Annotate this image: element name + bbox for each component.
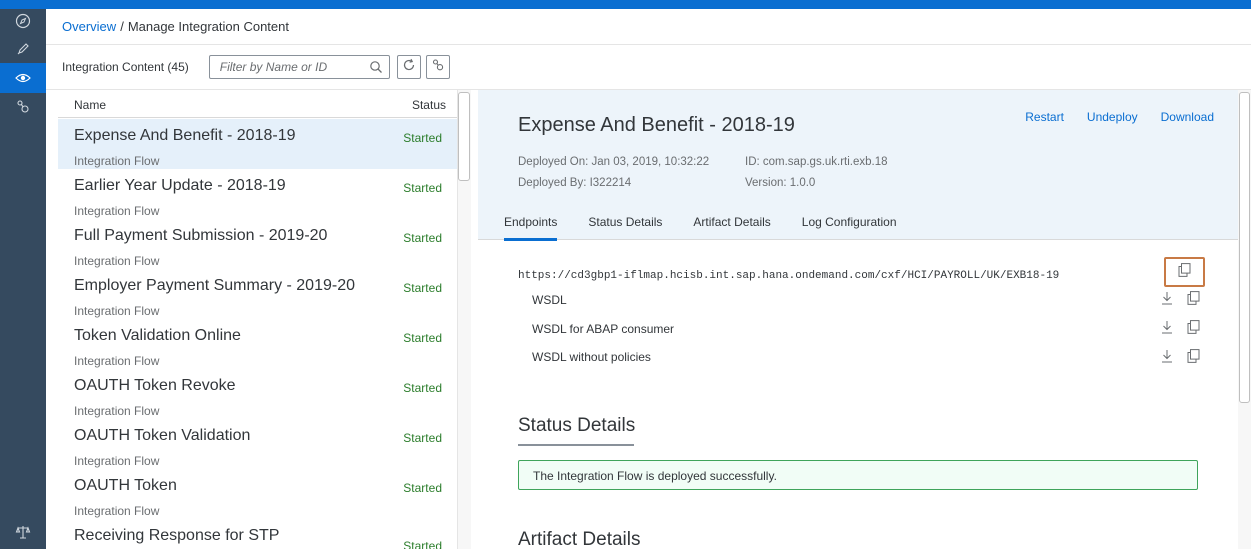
balance-icon[interactable] xyxy=(0,517,46,547)
settings-nodes-icon[interactable] xyxy=(0,92,46,122)
breadcrumb-current: Manage Integration Content xyxy=(127,19,289,34)
list-item[interactable]: Expense And Benefit - 2018-19 Integratio… xyxy=(58,119,458,169)
list-item-type: Integration Flow xyxy=(74,454,160,468)
section-underline xyxy=(518,444,634,446)
tab-log-configuration[interactable]: Log Configuration xyxy=(802,215,897,240)
content-toolbar: Integration Content (45) xyxy=(46,45,1251,90)
artifact-details-heading: Artifact Details xyxy=(518,529,641,549)
list-scrollbar-thumb[interactable] xyxy=(458,92,470,181)
wsdl-no-policies-row-actions xyxy=(1154,349,1206,363)
list-item-type: Integration Flow xyxy=(74,504,160,518)
search-icon[interactable] xyxy=(369,60,383,79)
search-field[interactable] xyxy=(208,55,390,79)
endpoint-url: https://cd3gbp1-iflmap.hcisb.int.sap.han… xyxy=(518,270,1060,282)
list-item[interactable]: Earlier Year Update - 2018-19 Integratio… xyxy=(58,169,458,219)
list-item-title: OAUTH Token Revoke xyxy=(74,377,236,394)
pencil-icon[interactable] xyxy=(0,34,46,64)
artifact-list: Name Status Expense And Benefit - 2018-1… xyxy=(58,90,472,549)
left-navigation xyxy=(0,9,46,549)
list-item[interactable]: OAUTH Token Integration Flow Started xyxy=(58,469,458,519)
settings-icon xyxy=(431,58,445,77)
breadcrumb-separator: / xyxy=(120,19,124,34)
list-item-title: Token Validation Online xyxy=(74,327,241,344)
wsdl-link[interactable]: WSDL xyxy=(532,293,567,307)
wsdl-abap-row-actions xyxy=(1154,320,1206,334)
list-item-title: Earlier Year Update - 2018-19 xyxy=(74,177,286,194)
status-badge: Started xyxy=(403,181,442,195)
status-details-heading: Status Details xyxy=(518,415,636,436)
compass-icon[interactable] xyxy=(0,6,46,36)
tab-status-details[interactable]: Status Details xyxy=(588,215,662,240)
download-icon[interactable] xyxy=(1154,349,1180,363)
status-badge: Started xyxy=(403,431,442,445)
status-badge: Started xyxy=(403,481,442,495)
list-item-title: Expense And Benefit - 2018-19 xyxy=(74,127,296,144)
download-icon[interactable] xyxy=(1154,291,1180,305)
list-item[interactable]: Token Validation Online Integration Flow… xyxy=(58,319,458,369)
refresh-button[interactable] xyxy=(396,55,421,79)
detail-actions: Restart Undeploy Download xyxy=(1002,110,1214,124)
status-badge: Started xyxy=(403,281,442,295)
restart-link[interactable]: Restart xyxy=(1025,110,1064,124)
list-item[interactable]: Receiving Response for STP Started xyxy=(58,519,458,549)
column-name-header: Name xyxy=(74,98,107,112)
detail-body: https://cd3gbp1-iflmap.hcisb.int.sap.han… xyxy=(478,241,1238,549)
tab-artifact-details[interactable]: Artifact Details xyxy=(693,215,770,240)
detail-tabs: Endpoints Status Details Artifact Detail… xyxy=(504,215,928,241)
copy-endpoint-button[interactable] xyxy=(1164,257,1205,287)
column-status-header: Status xyxy=(411,98,446,112)
detail-title: Expense And Benefit - 2018-19 xyxy=(518,114,795,136)
deployed-by: Deployed By: I322214 xyxy=(518,177,632,189)
copy-icon[interactable] xyxy=(1180,320,1206,334)
wsdl-no-policies-link[interactable]: WSDL without policies xyxy=(532,350,651,364)
download-link[interactable]: Download xyxy=(1161,110,1214,124)
list-item-title: OAUTH Token xyxy=(74,477,177,494)
wsdl-row-actions xyxy=(1154,291,1206,305)
status-message: The Integration Flow is deployed success… xyxy=(518,460,1198,490)
undeploy-link[interactable]: Undeploy xyxy=(1087,110,1138,124)
eye-icon[interactable] xyxy=(0,63,46,93)
detail-header: Expense And Benefit - 2018-19 Restart Un… xyxy=(478,90,1238,241)
copy-icon xyxy=(1178,262,1191,282)
status-badge: Started xyxy=(403,381,442,395)
settings-button[interactable] xyxy=(425,55,450,79)
detail-scrollbar-thumb[interactable] xyxy=(1239,92,1250,403)
list-item-type: Integration Flow xyxy=(74,154,160,168)
list-item-type: Integration Flow xyxy=(74,304,160,318)
artifact-version: Version: 1.0.0 xyxy=(745,177,816,189)
list-item-title: OAUTH Token Validation xyxy=(74,427,251,444)
list-item[interactable]: Employer Payment Summary - 2019-20 Integ… xyxy=(58,269,458,319)
search-input[interactable] xyxy=(209,56,360,78)
copy-icon[interactable] xyxy=(1180,349,1206,363)
list-item[interactable]: Full Payment Submission - 2019-20 Integr… xyxy=(58,219,458,269)
list-item-type: Integration Flow xyxy=(74,254,160,268)
breadcrumb: Overview / Manage Integration Content xyxy=(46,9,1251,45)
status-badge: Started xyxy=(403,539,442,549)
content-count-label: Integration Content (45) xyxy=(62,60,189,74)
deployed-on: Deployed On: Jan 03, 2019, 10:32:22 xyxy=(518,156,710,168)
list-item-type: Integration Flow xyxy=(74,404,160,418)
top-bar xyxy=(0,0,1251,9)
list-item-type: Integration Flow xyxy=(74,204,160,218)
list-item-title: Employer Payment Summary - 2019-20 xyxy=(74,277,355,294)
artifact-id: ID: com.sap.gs.uk.rti.exb.18 xyxy=(745,156,888,168)
tab-endpoints[interactable]: Endpoints xyxy=(504,215,558,241)
wsdl-abap-link[interactable]: WSDL for ABAP consumer xyxy=(532,322,674,336)
breadcrumb-overview-link[interactable]: Overview xyxy=(62,19,116,34)
copy-icon[interactable] xyxy=(1180,291,1206,305)
status-badge: Started xyxy=(403,131,442,145)
list-item-title: Receiving Response for STP xyxy=(74,527,280,544)
status-badge: Started xyxy=(403,331,442,345)
list-item-title: Full Payment Submission - 2019-20 xyxy=(74,227,328,244)
list-header: Name Status xyxy=(58,90,458,118)
status-badge: Started xyxy=(403,231,442,245)
list-item[interactable]: OAUTH Token Validation Integration Flow … xyxy=(58,419,458,469)
refresh-icon xyxy=(402,58,416,77)
download-icon[interactable] xyxy=(1154,320,1180,334)
list-item-type: Integration Flow xyxy=(74,354,160,368)
list-item[interactable]: OAUTH Token Revoke Integration Flow Star… xyxy=(58,369,458,419)
